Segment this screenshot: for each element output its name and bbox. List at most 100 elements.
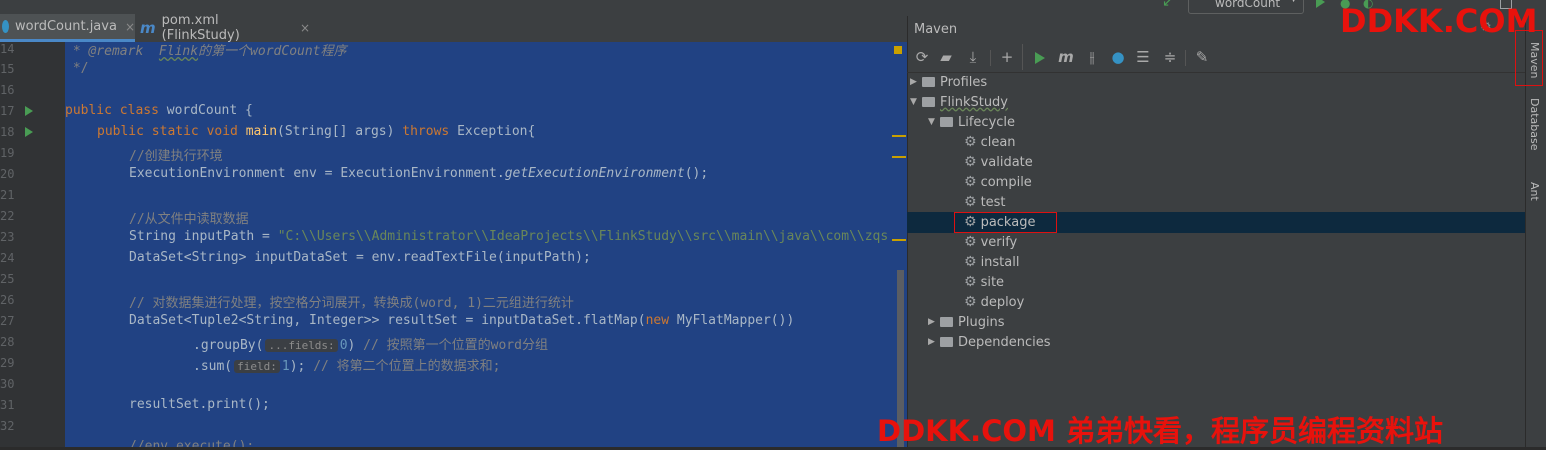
line-number: 18 bbox=[0, 125, 15, 139]
tab-wordcount-java[interactable]: wordCount.java × bbox=[0, 14, 135, 42]
tree-item-goal[interactable]: ⚙ clean bbox=[964, 132, 1016, 152]
add-maven-project-icon[interactable]: ▰ bbox=[937, 48, 955, 66]
tree-item-goal[interactable]: ⚙ verify bbox=[964, 232, 1017, 252]
run-class-icon[interactable] bbox=[25, 106, 33, 116]
code-text: ) bbox=[347, 338, 364, 353]
run-icon[interactable] bbox=[1316, 0, 1325, 8]
collapse-all-icon[interactable]: ≑ bbox=[1161, 48, 1179, 66]
tree-label: FlinkStudy bbox=[940, 94, 1009, 110]
tree-item-profiles[interactable]: ▶ Profiles bbox=[910, 72, 987, 92]
side-tab-ant[interactable]: Ant bbox=[1528, 182, 1541, 201]
lifecycle-folder-icon bbox=[940, 117, 953, 127]
tree-item-lifecycle[interactable]: ▼ Lifecycle bbox=[928, 112, 1015, 132]
code-text: ); bbox=[289, 359, 314, 374]
code-text: ExecutionEnvironment env = ExecutionEnvi… bbox=[129, 166, 505, 181]
code-comment: */ bbox=[65, 61, 89, 76]
code-text: (String[] args) bbox=[277, 124, 403, 139]
line-number: 31 bbox=[0, 398, 15, 412]
reload-icon[interactable]: ⟳ bbox=[913, 48, 931, 66]
profiles-folder-icon bbox=[922, 77, 935, 87]
close-tab-icon[interactable]: × bbox=[300, 21, 310, 35]
code-text: resultSet.print(); bbox=[129, 397, 270, 412]
toggle-offline-icon[interactable]: ⫲ bbox=[1083, 48, 1101, 66]
show-dependencies-icon[interactable]: ☰ bbox=[1134, 48, 1152, 66]
tab-pom-xml[interactable]: m pom.xml (FlinkStudy) × bbox=[140, 13, 310, 43]
code-comment: //创建执行环境 bbox=[129, 149, 223, 164]
tree-item-goal[interactable]: ⚙ compile bbox=[964, 172, 1032, 192]
number-literal: 1 bbox=[281, 359, 290, 374]
warning-marker[interactable] bbox=[894, 46, 902, 54]
line-number: 17 bbox=[0, 104, 15, 118]
gear-icon: ⚙ bbox=[964, 194, 977, 210]
run-icon[interactable] bbox=[1035, 52, 1045, 64]
tree-item-goal[interactable]: ⚙ install bbox=[964, 252, 1019, 272]
keyword: public static void bbox=[97, 124, 246, 139]
code-comment: * @remark bbox=[65, 44, 159, 59]
line-number: 26 bbox=[0, 293, 15, 307]
code-comment: // 将第二个位置上的数据求和; bbox=[313, 359, 501, 374]
warning-stripe[interactable] bbox=[892, 239, 906, 241]
skip-tests-icon[interactable]: ● bbox=[1109, 48, 1127, 66]
tree-item-project[interactable]: ▼ FlinkStudy bbox=[910, 92, 1008, 112]
toolbar-separator bbox=[1022, 44, 1023, 70]
chevron-right-icon[interactable]: ▶ bbox=[928, 337, 940, 347]
code-comment: 的第一个wordCount程序 bbox=[198, 44, 347, 59]
keyword: throws bbox=[402, 124, 458, 139]
gear-icon: ⚙ bbox=[964, 274, 977, 290]
gear-icon: ⚙ bbox=[964, 254, 977, 270]
build-hammer-icon[interactable]: ↙ bbox=[1162, 0, 1174, 10]
maven-project-icon bbox=[922, 97, 935, 107]
run-configuration-select[interactable]: wordCount ▼ bbox=[1188, 0, 1304, 14]
plus-icon[interactable]: + bbox=[998, 48, 1016, 66]
gear-icon: ⚙ bbox=[964, 134, 977, 150]
close-tab-icon[interactable]: × bbox=[125, 20, 135, 34]
tree-item-goal[interactable]: ⚙ test bbox=[964, 192, 1006, 212]
line-number: 28 bbox=[0, 335, 15, 349]
keyword: public class bbox=[65, 103, 167, 118]
tree-item-goal-selected[interactable]: ⚙ package bbox=[964, 212, 1035, 232]
line-number: 15 bbox=[0, 62, 15, 76]
maven-m-icon: m bbox=[140, 19, 156, 37]
editor-gutter: 14 15 16 17 18 19 20 21 22 23 24 25 26 2… bbox=[0, 42, 65, 447]
maven-panel-title: Maven bbox=[914, 22, 958, 37]
goal-label: site bbox=[980, 274, 1005, 290]
goal-label: test bbox=[980, 194, 1006, 210]
chevron-down-icon: ▼ bbox=[1290, 0, 1297, 4]
code-text: getExecutionEnvironment bbox=[504, 166, 685, 181]
line-number: 25 bbox=[0, 272, 15, 286]
settings-wrench-icon[interactable]: ✎ bbox=[1193, 48, 1211, 66]
code-editor[interactable]: * @remark Flink的第一个wordCount程序 */ public… bbox=[65, 42, 907, 447]
tree-label: Dependencies bbox=[958, 334, 1051, 350]
download-icon[interactable]: ⤓ bbox=[964, 48, 982, 66]
line-number: 20 bbox=[0, 167, 15, 181]
chevron-down-icon[interactable]: ▼ bbox=[910, 97, 922, 107]
tree-label: Plugins bbox=[958, 314, 1005, 330]
tree-item-dependencies[interactable]: ▶ Dependencies bbox=[928, 332, 1051, 352]
code-comment: //env.execute(); bbox=[129, 439, 255, 447]
warning-stripe[interactable] bbox=[892, 135, 906, 137]
run-main-icon[interactable] bbox=[25, 127, 33, 137]
line-number: 16 bbox=[0, 83, 15, 97]
tree-item-goal[interactable]: ⚙ site bbox=[964, 272, 1004, 292]
execute-goal-icon[interactable]: m bbox=[1057, 48, 1075, 66]
toolbar-separator bbox=[1185, 50, 1186, 66]
line-number: 30 bbox=[0, 377, 15, 391]
line-number: 19 bbox=[0, 146, 15, 160]
method-name: main bbox=[245, 124, 278, 139]
chevron-right-icon[interactable]: ▶ bbox=[910, 77, 922, 87]
goal-label: validate bbox=[980, 154, 1033, 170]
goal-label: compile bbox=[980, 174, 1032, 190]
tree-item-goal[interactable]: ⚙ validate bbox=[964, 152, 1033, 172]
code-text: (); bbox=[684, 166, 709, 181]
code-comment: // 按照第一个位置的word分组 bbox=[363, 338, 548, 353]
tree-item-goal[interactable]: ⚙ deploy bbox=[964, 292, 1024, 312]
tab-label: wordCount.java bbox=[15, 19, 117, 34]
line-number: 14 bbox=[0, 42, 15, 56]
side-tab-database[interactable]: Database bbox=[1528, 98, 1541, 151]
goal-label: install bbox=[980, 254, 1020, 270]
tree-item-plugins[interactable]: ▶ Plugins bbox=[928, 312, 1005, 332]
chevron-right-icon[interactable]: ▶ bbox=[928, 317, 940, 327]
chevron-down-icon[interactable]: ▼ bbox=[928, 117, 940, 127]
number-literal: 0 bbox=[339, 338, 348, 353]
warning-stripe[interactable] bbox=[892, 156, 906, 158]
